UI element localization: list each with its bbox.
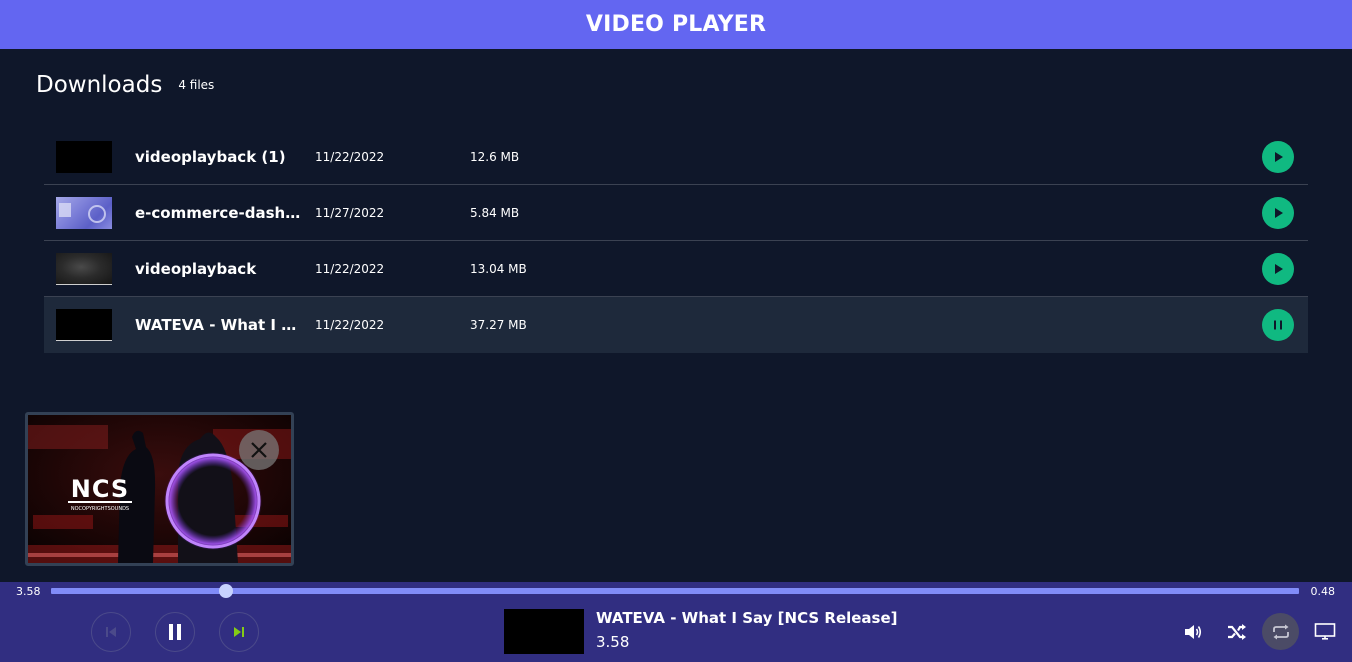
play-icon bbox=[1275, 207, 1283, 218]
pause-icon bbox=[169, 624, 181, 640]
video-thumbnail bbox=[56, 196, 112, 229]
video-thumbnail bbox=[56, 252, 112, 285]
previous-button[interactable] bbox=[91, 612, 131, 652]
remaining-time: 0.48 bbox=[1310, 585, 1336, 598]
file-list: videoplayback (1) 11/22/2022 12.6 MB e-c… bbox=[44, 129, 1308, 353]
file-date: 11/22/2022 bbox=[315, 261, 385, 276]
file-name: videoplayback bbox=[135, 259, 257, 278]
file-row[interactable]: videoplayback (1) 11/22/2022 12.6 MB bbox=[44, 129, 1308, 185]
now-playing-time: 3.58 bbox=[596, 633, 630, 651]
pause-button[interactable] bbox=[1262, 309, 1294, 341]
shuffle-button[interactable] bbox=[1220, 615, 1254, 649]
repeat-button[interactable] bbox=[1262, 613, 1299, 650]
ncs-logo: NCS bbox=[71, 475, 129, 503]
progress-handle[interactable] bbox=[218, 584, 233, 598]
skip-next-icon bbox=[234, 627, 244, 637]
display-mode-button[interactable] bbox=[1308, 615, 1342, 649]
file-row[interactable]: videoplayback 11/22/2022 13.04 MB bbox=[44, 241, 1308, 297]
elapsed-time: 3.58 bbox=[16, 585, 41, 598]
file-name: videoplayback (1) bbox=[135, 147, 286, 166]
file-name: e-commerce-dashboard bbox=[135, 203, 301, 222]
close-icon bbox=[251, 442, 267, 458]
volume-button[interactable] bbox=[1176, 615, 1210, 649]
file-size: 37.27 MB bbox=[470, 318, 527, 332]
file-row[interactable]: e-commerce-dashboard 11/27/2022 5.84 MB bbox=[44, 185, 1308, 241]
file-date: 11/27/2022 bbox=[315, 205, 385, 220]
play-icon bbox=[1275, 263, 1283, 274]
play-button[interactable] bbox=[1262, 140, 1294, 173]
pause-icon bbox=[1274, 320, 1282, 330]
video-thumbnail bbox=[56, 309, 112, 341]
app-title: VIDEO PLAYER bbox=[585, 12, 767, 37]
downloads-title: Downloads bbox=[36, 72, 163, 98]
video-thumbnail bbox=[56, 140, 112, 173]
now-playing-title: WATEVA - What I Say [NCS Release] bbox=[596, 609, 898, 627]
play-button[interactable] bbox=[1262, 252, 1294, 285]
next-button[interactable] bbox=[219, 612, 259, 652]
player-bar: 3.58 0.48 WATEVA - What I Say [NCS Relea… bbox=[0, 582, 1352, 662]
file-name: WATEVA - What I Say [NCS Release] bbox=[135, 316, 301, 334]
mini-player[interactable]: NCS NOCOPYRIGHTSOUNDS bbox=[25, 412, 294, 566]
file-size: 5.84 MB bbox=[470, 205, 520, 220]
file-count: 4 files bbox=[178, 78, 215, 92]
close-mini-player-button[interactable] bbox=[239, 430, 279, 470]
volume-icon bbox=[1185, 625, 1202, 639]
play-button[interactable] bbox=[1262, 196, 1294, 229]
repeat-icon bbox=[1272, 624, 1289, 639]
ncs-subtext: NOCOPYRIGHTSOUNDS bbox=[71, 506, 129, 512]
file-date: 11/22/2022 bbox=[315, 318, 385, 332]
downloads-header: Downloads 4 files bbox=[36, 72, 214, 98]
app-header: VIDEO PLAYER bbox=[0, 0, 1352, 49]
monitor-icon bbox=[1314, 623, 1336, 640]
play-icon bbox=[1275, 151, 1283, 162]
pause-button[interactable] bbox=[155, 612, 195, 652]
skip-previous-icon bbox=[106, 627, 116, 637]
progress-bar[interactable] bbox=[51, 584, 1299, 598]
file-size: 12.6 MB bbox=[470, 149, 520, 164]
file-row-active[interactable]: WATEVA - What I Say [NCS Release] 11/22/… bbox=[44, 297, 1308, 353]
file-date: 11/22/2022 bbox=[315, 149, 385, 164]
shuffle-icon bbox=[1228, 624, 1246, 640]
file-size: 13.04 MB bbox=[470, 261, 527, 276]
now-playing-thumbnail bbox=[504, 609, 584, 654]
